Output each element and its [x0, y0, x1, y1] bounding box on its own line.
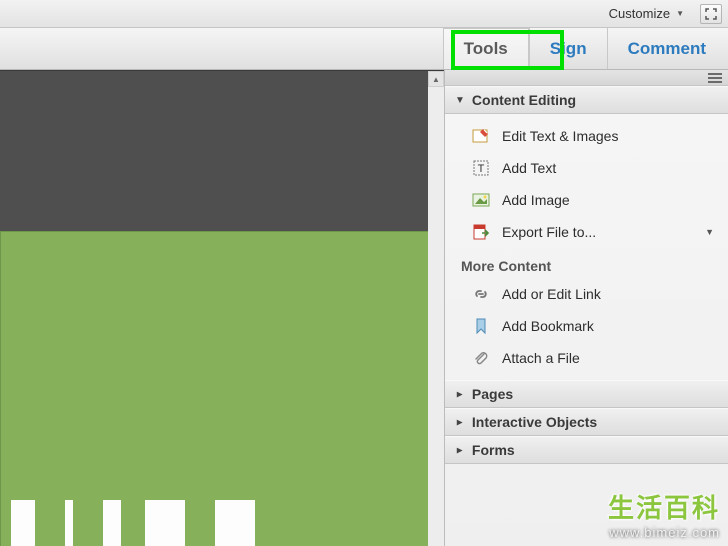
tool-label: Add Text: [502, 160, 556, 176]
more-content-heading: More Content: [445, 248, 728, 278]
tool-add-bookmark[interactable]: Add Bookmark: [445, 310, 728, 342]
tool-attach-file[interactable]: Attach a File: [445, 342, 728, 374]
section-title: Forms: [472, 442, 515, 458]
add-image-icon: [471, 190, 491, 210]
main-area: ▲ ▼ Content Editing Edit Text & Images T: [0, 70, 728, 546]
expand-right-icon: ▼: [454, 389, 465, 399]
vertical-scrollbar[interactable]: ▲: [428, 71, 444, 546]
top-toolbar: Customize ▼: [0, 0, 728, 28]
expand-down-icon: ▼: [455, 95, 465, 106]
section-title: Pages: [472, 386, 513, 402]
section-pages[interactable]: ▼ Pages: [445, 380, 728, 408]
tool-add-image[interactable]: Add Image: [445, 184, 728, 216]
tools-panel: ▼ Content Editing Edit Text & Images T A…: [444, 70, 728, 546]
tool-label: Add or Edit Link: [502, 286, 601, 302]
tool-label: Add Image: [502, 192, 570, 208]
section-forms[interactable]: ▼ Forms: [445, 436, 728, 464]
tab-comment[interactable]: Comment: [607, 28, 726, 69]
add-text-icon: T: [471, 158, 491, 178]
document-viewport[interactable]: ▲: [0, 70, 444, 546]
section-title: Interactive Objects: [472, 414, 597, 430]
customize-button[interactable]: Customize ▼: [601, 3, 692, 24]
tool-label: Export File to...: [502, 224, 596, 240]
link-icon: [471, 284, 491, 304]
edit-text-images-icon: [471, 126, 491, 146]
tab-sign[interactable]: Sign: [529, 28, 607, 69]
section-title: Content Editing: [472, 92, 576, 108]
content-editing-body: Edit Text & Images T Add Text Add Image …: [445, 114, 728, 380]
fullscreen-icon: [705, 8, 717, 20]
panel-header-strip: [445, 70, 728, 86]
tool-add-text[interactable]: T Add Text: [445, 152, 728, 184]
paperclip-icon: [471, 348, 491, 368]
panel-menu-icon[interactable]: [708, 73, 722, 83]
svg-text:T: T: [478, 163, 485, 175]
dropdown-arrow-icon: ▼: [676, 9, 684, 18]
tool-label: Add Bookmark: [502, 318, 594, 334]
expand-right-icon: ▼: [454, 417, 465, 427]
section-content-editing[interactable]: ▼ Content Editing: [445, 86, 728, 114]
tool-export-file[interactable]: Export File to... ▼: [445, 216, 728, 248]
expand-right-icon: ▼: [454, 445, 465, 455]
document-page: [0, 231, 430, 546]
scroll-up-button[interactable]: ▲: [428, 71, 444, 87]
tool-edit-text-images[interactable]: Edit Text & Images: [445, 120, 728, 152]
tab-strip: Tools Sign Comment: [0, 28, 728, 70]
tool-add-edit-link[interactable]: Add or Edit Link: [445, 278, 728, 310]
submenu-arrow-icon: ▼: [705, 227, 714, 237]
document-content-shapes: [11, 500, 255, 546]
export-file-icon: [471, 222, 491, 242]
section-interactive-objects[interactable]: ▼ Interactive Objects: [445, 408, 728, 436]
tool-label: Attach a File: [502, 350, 580, 366]
tab-tools[interactable]: Tools: [443, 28, 529, 69]
tool-label: Edit Text & Images: [502, 128, 618, 144]
customize-label: Customize: [609, 6, 670, 21]
fullscreen-button[interactable]: [700, 4, 722, 24]
bookmark-icon: [471, 316, 491, 336]
